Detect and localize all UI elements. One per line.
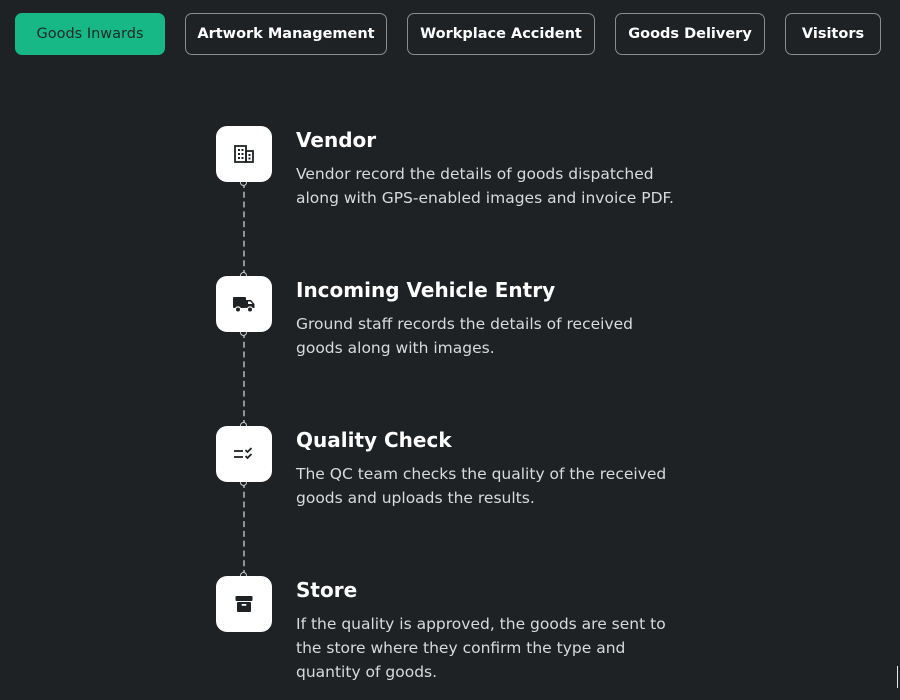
timeline-connector [243, 182, 245, 276]
step-description: Vendor record the details of goods dispa… [296, 165, 674, 207]
step-icon-box [216, 126, 272, 182]
step-icon-box [216, 276, 272, 332]
step-description: Ground staff records the details of rece… [296, 315, 633, 357]
process-timeline: Vendor Vendor record the details of good… [0, 0, 900, 700]
truck-icon [233, 297, 255, 313]
step-description: If the quality is approved, the goods ar… [296, 615, 666, 681]
timeline-connector [243, 482, 245, 576]
checklist-icon [234, 447, 253, 460]
timeline-connector [243, 332, 245, 426]
step-icon-box [216, 576, 272, 632]
step-title: Vendor [296, 128, 377, 152]
step-icon-box [216, 426, 272, 482]
page: Goods Inwards Artwork Management Workpla… [0, 0, 900, 700]
step-title: Incoming Vehicle Entry [296, 278, 556, 302]
step-title: Quality Check [296, 428, 452, 452]
step-description: The QC team checks the quality of the re… [296, 465, 667, 507]
step-title: Store [296, 578, 358, 602]
archive-box-icon [235, 596, 253, 612]
building-icon [234, 145, 254, 163]
text-cursor [897, 666, 898, 688]
